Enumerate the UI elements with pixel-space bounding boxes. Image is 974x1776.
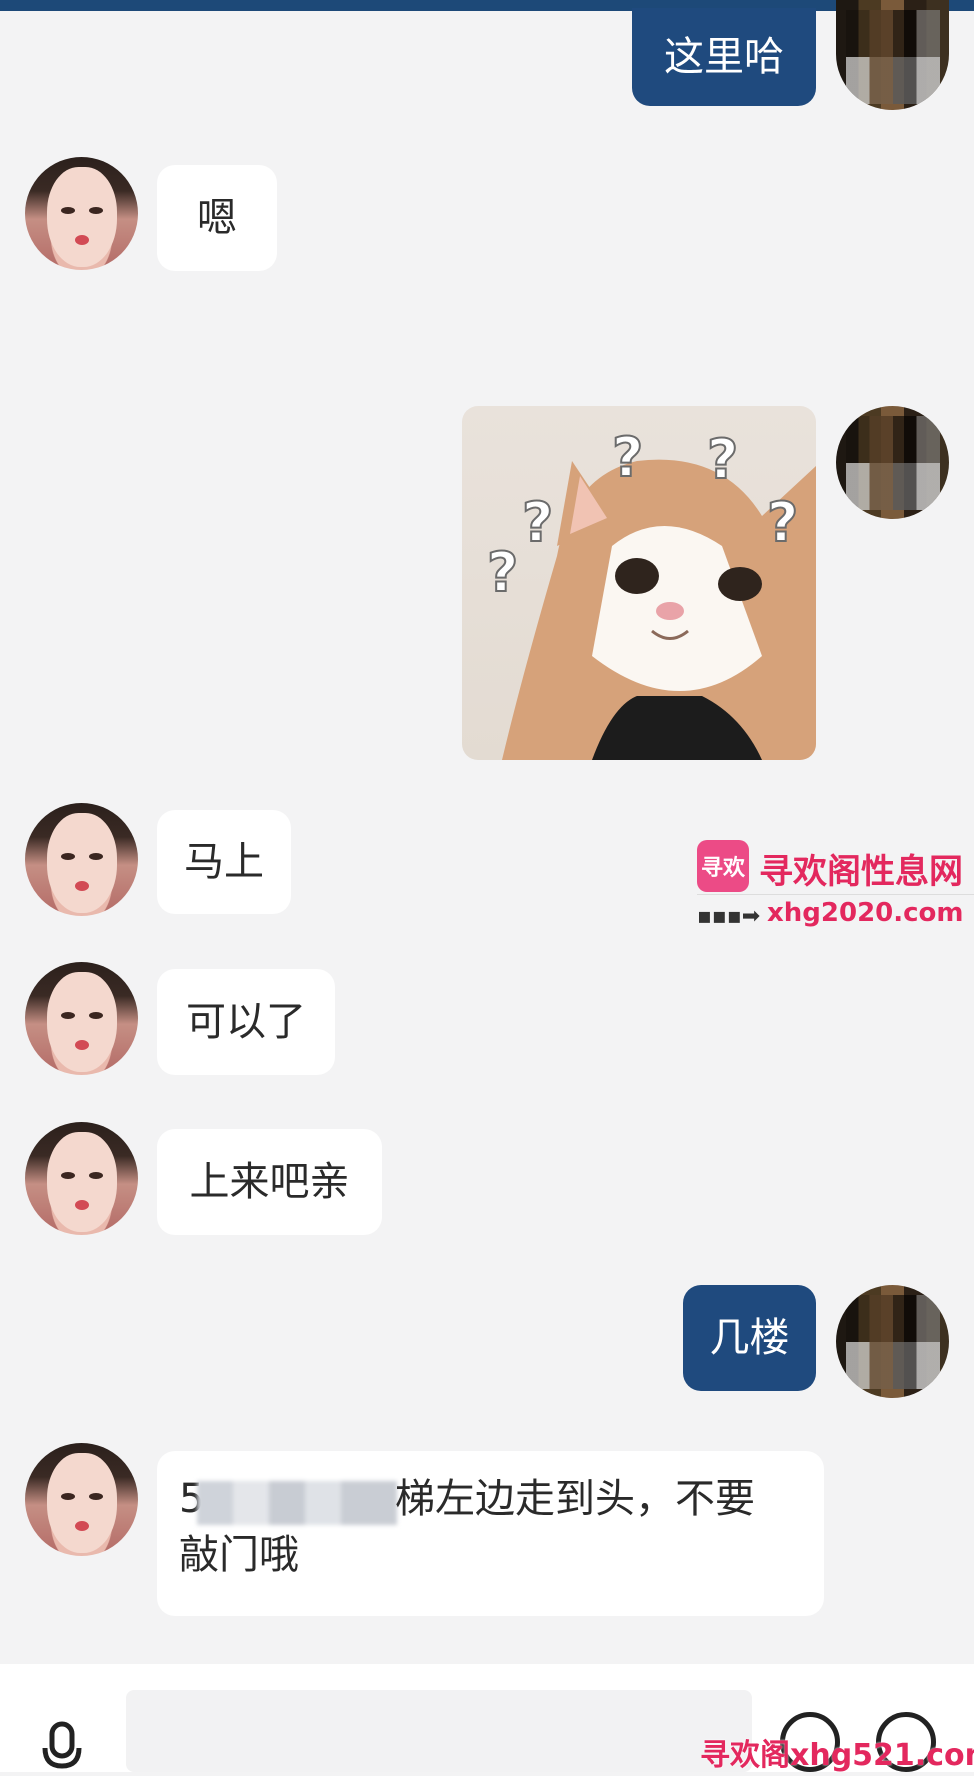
message-bubble-outgoing[interactable]: 几楼	[683, 1285, 816, 1391]
question-mark: ?	[707, 428, 738, 491]
question-mark: ?	[612, 426, 643, 489]
top-bar	[0, 0, 974, 11]
contact-avatar[interactable]	[25, 803, 138, 916]
censored-text	[197, 1481, 397, 1525]
question-mark: ?	[487, 541, 518, 604]
contact-avatar[interactable]	[25, 157, 138, 270]
message-bubble-incoming[interactable]: 马上	[157, 810, 291, 914]
message-input[interactable]	[126, 1690, 752, 1772]
watermark-url: xhg2020.com	[767, 898, 964, 928]
message-text: 可以了	[186, 999, 306, 1045]
message-bubble-incoming[interactable]: 5 梯左边走到头，不要 敲门哦	[157, 1451, 824, 1616]
message-text: 这里哈	[664, 34, 784, 80]
message-bubble-outgoing[interactable]: 这里哈	[632, 8, 816, 106]
message-text: 嗯	[197, 195, 237, 241]
contact-avatar[interactable]	[25, 1443, 138, 1556]
message-text: 梯左边走到头，不要	[395, 1476, 755, 1522]
message-text: 敲门哦	[179, 1532, 299, 1578]
question-mark: ?	[767, 491, 798, 554]
my-avatar[interactable]	[836, 406, 949, 519]
contact-avatar[interactable]	[25, 962, 138, 1075]
watermark: 寻欢 寻欢阁性息网 ▪▪▪➡ xhg2020.com	[697, 840, 974, 930]
my-avatar[interactable]	[836, 0, 949, 110]
cat-sticker-image[interactable]: ? ? ? ? ?	[462, 406, 816, 760]
contact-avatar[interactable]	[25, 1122, 138, 1235]
watermark-title: 寻欢阁性息网	[759, 852, 963, 892]
my-avatar[interactable]	[836, 1285, 949, 1398]
watermark-logo: 寻欢	[697, 840, 749, 892]
question-mark: ?	[522, 491, 553, 554]
arrow-icon: ▪▪▪➡	[697, 904, 761, 929]
message-text: 几楼	[709, 1315, 790, 1361]
message-text: 马上	[184, 839, 264, 885]
message-bubble-incoming[interactable]: 上来吧亲	[157, 1129, 382, 1235]
watermark-bottom: 寻欢阁xhg521.com	[700, 1738, 974, 1773]
message-bubble-incoming[interactable]: 可以了	[157, 969, 335, 1075]
message-text: 上来吧亲	[189, 1159, 350, 1205]
message-bubble-incoming[interactable]: 嗯	[157, 165, 277, 271]
microphone-icon[interactable]	[42, 1720, 82, 1772]
